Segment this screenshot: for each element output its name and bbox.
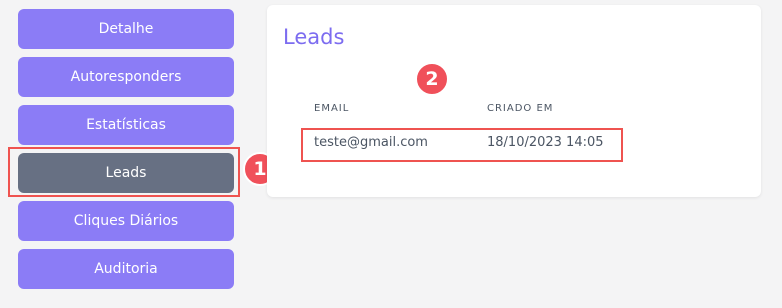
cell-criado-em: 18/10/2023 14:05 [487, 135, 604, 150]
cell-email: teste@gmail.com [314, 135, 428, 150]
sidebar-item-detalhe[interactable]: Detalhe [18, 9, 234, 49]
column-header-criado-em: CRIADO EM [487, 103, 554, 114]
highlight-box-leads [8, 147, 240, 197]
sidebar-item-cliques-diarios[interactable]: Cliques Diários [18, 201, 234, 241]
sidebar-item-estatisticas[interactable]: Estatísticas [18, 105, 234, 145]
step-badge-2: 2 [415, 62, 449, 96]
column-header-email: EMAIL [314, 103, 350, 114]
sidebar-item-auditoria[interactable]: Auditoria [18, 249, 234, 289]
sidebar-item-autoresponders[interactable]: Autoresponders [18, 57, 234, 97]
leads-card: Leads EMAIL CRIADO EM teste@gmail.com 18… [267, 5, 761, 197]
card-title: Leads [283, 25, 345, 49]
